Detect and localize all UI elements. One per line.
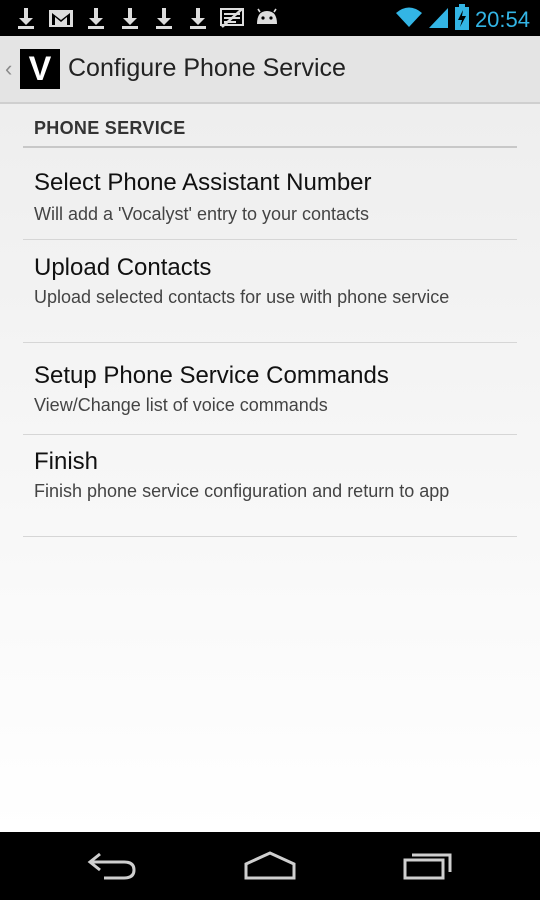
back-button[interactable] [86, 850, 138, 885]
pref-title: Upload Contacts [34, 254, 212, 281]
download-icon [152, 6, 176, 30]
home-button[interactable] [242, 850, 298, 885]
chevron-left-icon: ‹ [5, 56, 13, 81]
cell-signal-icon [428, 5, 449, 34]
sms-blocked-icon [220, 7, 244, 29]
pref-summary: Upload selected contacts for use with ph… [34, 287, 450, 307]
download-icon [14, 6, 38, 30]
preference-screen: PHONE SERVICE Select Phone Assistant Num… [0, 104, 540, 832]
back-icon [86, 852, 138, 884]
pref-title: Select Phone Assistant Number [34, 169, 372, 196]
download-icon [186, 6, 210, 30]
android-icon [254, 8, 280, 28]
pref-finish[interactable]: Finish Finish phone service configuratio… [23, 435, 517, 537]
pref-setup-commands[interactable]: Setup Phone Service Commands View/Change… [23, 343, 517, 435]
navigation-bar [0, 832, 540, 900]
page-title: Configure Phone Service [68, 54, 346, 82]
download-icon [118, 6, 142, 30]
recent-apps-button[interactable] [402, 850, 454, 885]
status-bar: 20:54 [0, 0, 540, 36]
pref-summary: Will add a 'Vocalyst' entry to your cont… [34, 204, 370, 224]
pref-title: Finish [34, 448, 99, 475]
section-header: PHONE SERVICE [34, 118, 186, 138]
app-logo: V [20, 49, 60, 89]
pref-summary: View/Change list of voice commands [34, 395, 328, 415]
clock: 20:54 [474, 6, 530, 32]
section-divider [23, 146, 517, 148]
battery-charging-icon [454, 4, 469, 35]
home-icon [242, 851, 298, 884]
pref-upload-contacts[interactable]: Upload Contacts Upload selected contacts… [23, 240, 517, 343]
system-indicators[interactable]: 20:54 [395, 4, 530, 35]
recent-apps-icon [402, 853, 454, 884]
pref-title: Setup Phone Service Commands [34, 362, 389, 389]
wifi-icon [395, 5, 423, 34]
gmail-icon [48, 7, 74, 29]
action-bar: ‹ V Configure Phone Service [0, 36, 540, 104]
pref-select-assistant-number[interactable]: Select Phone Assistant Number Will add a… [23, 149, 517, 240]
download-icon [84, 6, 108, 30]
pref-summary: Finish phone service configuration and r… [34, 481, 450, 501]
notification-icons[interactable] [14, 6, 280, 30]
